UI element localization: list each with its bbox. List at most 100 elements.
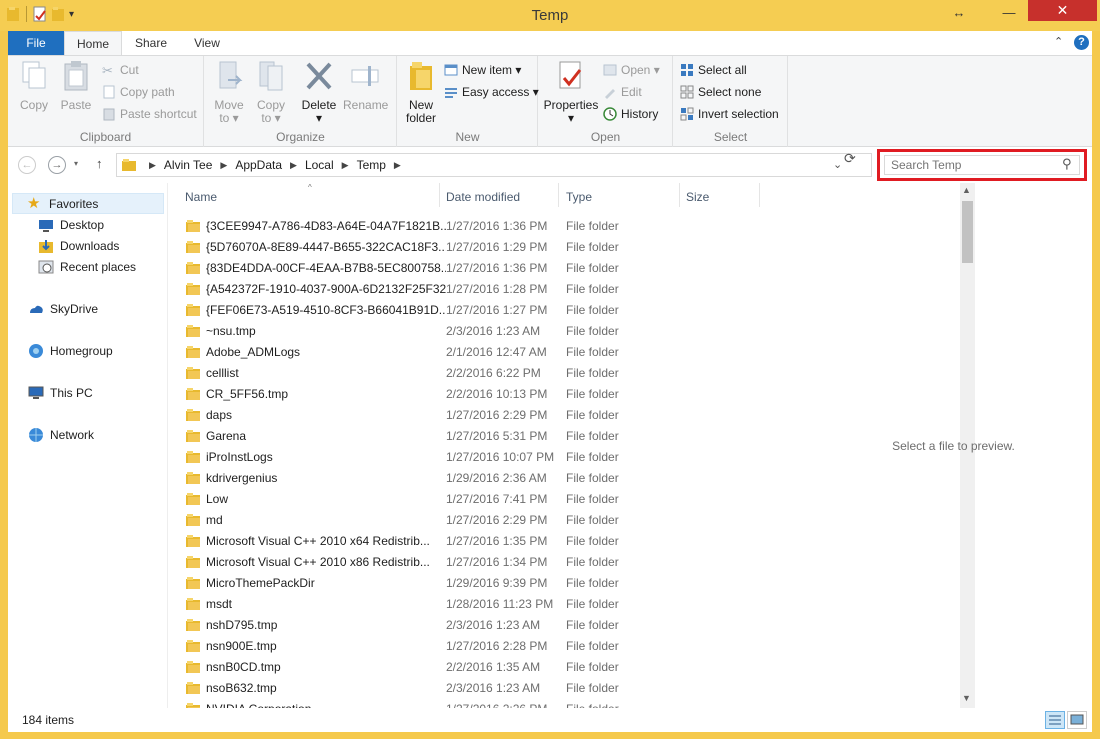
column-divider[interactable]: [759, 183, 760, 207]
collapse-ribbon-icon[interactable]: ⌃: [1054, 35, 1063, 48]
open-button[interactable]: Open ▾: [603, 60, 660, 80]
nav-favorites[interactable]: ★ Favorites: [12, 193, 164, 214]
column-divider[interactable]: [558, 183, 559, 207]
history-button[interactable]: History: [603, 104, 658, 124]
chevron-right-icon[interactable]: ▶: [394, 160, 401, 171]
chevron-right-icon[interactable]: ▶: [290, 160, 297, 171]
back-button[interactable]: ←: [18, 156, 36, 174]
table-row[interactable]: celllist 2/2/2016 6:22 PM File folder: [185, 362, 770, 383]
tab-share[interactable]: Share: [128, 31, 174, 55]
table-row[interactable]: {83DE4DDA-00CF-4EAA-B7B8-5EC800758... 1/2…: [185, 257, 770, 278]
breadcrumb-alvin-tee[interactable]: Alvin Tee: [164, 158, 212, 172]
table-row[interactable]: Adobe_ADMLogs 2/1/2016 12:47 AM File folde…: [185, 341, 770, 362]
column-type[interactable]: Type: [566, 183, 592, 211]
column-size[interactable]: Size: [686, 183, 709, 211]
nav-homegroup[interactable]: Homegroup: [28, 340, 113, 361]
table-row[interactable]: nsnB0CD.tmp 2/2/2016 1:35 AM File folder: [185, 656, 770, 677]
new-folder-button[interactable]: New folder: [402, 60, 440, 125]
chevron-right-icon[interactable]: ▶: [220, 160, 227, 171]
tab-view[interactable]: View: [186, 31, 228, 55]
up-arrow-icon[interactable]: ↑: [96, 156, 103, 171]
nav-recent-places[interactable]: Recent places: [38, 256, 136, 277]
copy-button[interactable]: Copy: [16, 60, 52, 112]
file-name: {A542372F-1910-4037-900A-6D2132F25F32}: [206, 281, 446, 296]
file-type: File folder: [566, 659, 619, 674]
table-row[interactable]: ~nsu.tmp 2/3/2016 1:23 AM File folder: [185, 320, 770, 341]
nav-desktop[interactable]: Desktop: [38, 214, 104, 235]
table-row[interactable]: nshD795.tmp 2/3/2016 1:23 AM File folder: [185, 614, 770, 635]
help-icon[interactable]: ?: [1074, 35, 1089, 50]
cut-button[interactable]: ✂ Cut: [102, 60, 139, 80]
move-to-button[interactable]: Move to ▾: [209, 60, 249, 125]
breadcrumb-temp[interactable]: Temp: [357, 158, 386, 172]
table-row[interactable]: {FEF06E73-A519-4510-8CF3-B66041B91D... 1/…: [185, 299, 770, 320]
table-row[interactable]: md 1/27/2016 2:29 PM File folder: [185, 509, 770, 530]
file-name: nshD795.tmp: [206, 617, 278, 632]
invert-selection-button[interactable]: Invert selection: [680, 104, 779, 124]
copy-path-button[interactable]: Copy path: [102, 82, 175, 102]
paste-shortcut-button[interactable]: Paste shortcut: [102, 104, 197, 124]
tab-home[interactable]: Home: [64, 31, 122, 55]
address-bar[interactable]: ▶ Alvin Tee ▶ AppData ▶ Local ▶ Temp ▶ ⌄: [116, 153, 872, 177]
nav-skydrive[interactable]: SkyDrive: [28, 298, 98, 319]
minimize-button[interactable]: —: [994, 0, 1024, 24]
open-group: Properties ▾ Open ▾ Edit History Open: [539, 56, 673, 147]
table-row[interactable]: nsoB632.tmp 2/3/2016 1:23 AM File folder: [185, 677, 770, 698]
search-input[interactable]: [884, 155, 1080, 175]
select-all-button[interactable]: Select all: [680, 60, 747, 80]
tab-file[interactable]: File: [8, 31, 64, 55]
search-icon[interactable]: ⚲: [1062, 156, 1072, 172]
breadcrumb-appdata[interactable]: AppData: [235, 158, 282, 172]
details-view-button[interactable]: [1045, 711, 1065, 729]
refresh-icon[interactable]: ⟳: [844, 150, 856, 167]
easy-access-label: Easy access ▾: [462, 85, 539, 99]
nav-network[interactable]: Network: [28, 424, 94, 445]
close-button[interactable]: ✕: [1028, 0, 1097, 21]
properties-button[interactable]: Properties ▾: [543, 60, 599, 125]
file-type: File folder: [566, 617, 619, 632]
nav-this-pc[interactable]: This PC: [28, 382, 93, 403]
table-row[interactable]: MicroThemePackDir 1/29/2016 9:39 PM File f…: [185, 572, 770, 593]
column-name[interactable]: Name: [185, 183, 217, 211]
restore-button[interactable]: ↔: [944, 0, 974, 24]
large-icons-view-button[interactable]: [1067, 711, 1087, 729]
new-item-button[interactable]: New item ▾: [444, 60, 521, 80]
file-name: {3CEE9947-A786-4D83-A64E-04A7F1821B...: [206, 218, 446, 233]
table-row[interactable]: Low 1/27/2016 7:41 PM File folder: [185, 488, 770, 509]
table-row[interactable]: Microsoft Visual C++ 2010 x64 Redistrib.…: [185, 530, 770, 551]
column-date-modified[interactable]: Date modified: [446, 183, 520, 211]
chevron-right-icon[interactable]: ▶: [342, 160, 349, 171]
table-row[interactable]: Microsoft Visual C++ 2010 x86 Redistrib.…: [185, 551, 770, 572]
easy-access-button[interactable]: Easy access ▾: [444, 82, 539, 102]
search-box-highlight: ⚲: [877, 149, 1087, 181]
table-row[interactable]: CR_5FF56.tmp 2/2/2016 10:13 PM File folder: [185, 383, 770, 404]
table-row[interactable]: nsn900E.tmp 1/27/2016 2:28 PM File folder: [185, 635, 770, 656]
paste-button[interactable]: Paste: [58, 60, 94, 112]
table-row[interactable]: iProInstLogs 1/27/2016 10:07 PM File folde…: [185, 446, 770, 467]
table-row[interactable]: msdt 1/28/2016 11:23 PM File folder: [185, 593, 770, 614]
breadcrumb-local[interactable]: Local: [305, 158, 334, 172]
delete-button[interactable]: Delete ▾: [299, 60, 339, 125]
folder-icon: [186, 303, 200, 316]
table-row[interactable]: {3CEE9947-A786-4D83-A64E-04A7F1821B... 1/…: [185, 215, 770, 236]
copy-to-button[interactable]: Copy to ▾: [251, 60, 291, 125]
column-divider[interactable]: [679, 183, 680, 207]
copy-path-label: Copy path: [120, 85, 175, 99]
table-row[interactable]: kdrivergenius 1/29/2016 2:36 AM File folde…: [185, 467, 770, 488]
recent-locations-icon[interactable]: ▾: [74, 159, 78, 168]
forward-button[interactable]: →: [48, 156, 66, 174]
select-none-button[interactable]: Select none: [680, 82, 761, 102]
column-divider[interactable]: [439, 183, 440, 207]
table-row[interactable]: daps 1/27/2016 2:29 PM File folder: [185, 404, 770, 425]
file-date-modified: 2/3/2016 1:23 AM: [446, 680, 541, 695]
nav-downloads[interactable]: Downloads: [38, 235, 119, 256]
file-date-modified: 2/3/2016 1:23 AM: [446, 323, 541, 338]
rename-button[interactable]: Rename: [343, 60, 388, 112]
table-row[interactable]: {A542372F-1910-4037-900A-6D2132F25F32} 1/…: [185, 278, 770, 299]
edit-button[interactable]: Edit: [603, 82, 642, 102]
table-row[interactable]: {5D76070A-8E89-4447-B655-322CAC18F3... 1/…: [185, 236, 770, 257]
easy-access-icon: [445, 88, 457, 98]
table-row[interactable]: Garena 1/27/2016 5:31 PM File folder: [185, 425, 770, 446]
skydrive-icon: [30, 305, 43, 313]
address-dropdown-icon[interactable]: ⌄: [833, 158, 842, 171]
